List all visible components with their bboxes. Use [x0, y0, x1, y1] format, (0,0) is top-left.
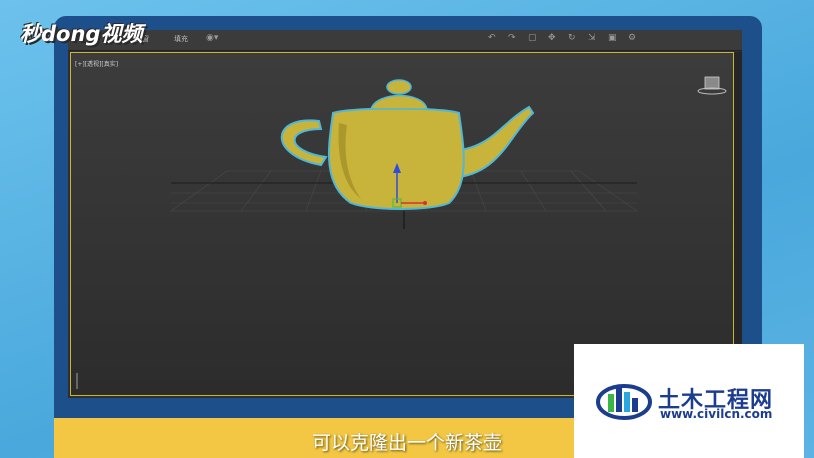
- scale-icon[interactable]: ⇲: [588, 34, 596, 43]
- move-icon[interactable]: ✥: [548, 34, 556, 43]
- teapot-lid: [369, 94, 428, 110]
- menu-bar: 视图窗 填充 ◉▾ ↶ ↷ ▢ ✥ ↻ ⇲ ▣ ⚙: [68, 30, 742, 51]
- teapot-knob: [386, 79, 412, 95]
- rotate-icon[interactable]: ↻: [568, 34, 576, 43]
- teapot-handle: [280, 119, 328, 167]
- brand-logo: 秒dong视频: [20, 22, 143, 46]
- redo-icon[interactable]: ↷: [508, 34, 516, 43]
- civil-logo-icon: [596, 384, 652, 420]
- app-window: 视图窗 填充 ◉▾ ↶ ↷ ▢ ✥ ↻ ⇲ ▣ ⚙ [+][透视][真实]: [68, 30, 742, 398]
- undo-icon[interactable]: ↶: [488, 34, 496, 43]
- render-icon[interactable]: ▣: [608, 34, 617, 43]
- view-cube-icon: [697, 76, 727, 95]
- command-panel-edge: [734, 52, 742, 394]
- select-icon[interactable]: ▢: [528, 34, 537, 43]
- eye-toggle-icon[interactable]: ◉▾: [206, 34, 218, 43]
- settings-icon[interactable]: ⚙: [628, 34, 636, 43]
- watermark-url: www.civilcn.com: [660, 407, 773, 421]
- gizmo-x-handle: [423, 201, 427, 205]
- menu-item-fill[interactable]: 填充: [174, 34, 188, 44]
